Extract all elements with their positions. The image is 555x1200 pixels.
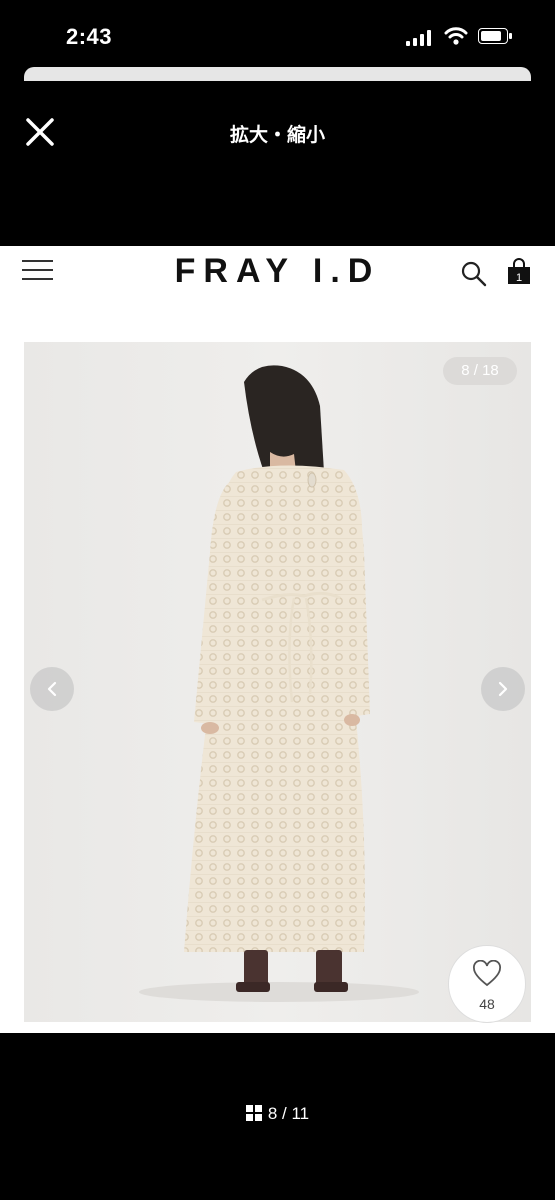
product-image[interactable] — [24, 342, 531, 1022]
cellular-signal-icon — [406, 30, 434, 46]
model-photo — [24, 342, 531, 1022]
viewer-title: 拡大・縮小 — [229, 125, 325, 146]
previous-image-button[interactable] — [30, 667, 74, 711]
status-time: 2:43 — [66, 24, 113, 49]
grid-icon[interactable] — [245, 1105, 262, 1121]
favorite-count: 48 — [479, 996, 495, 1012]
page-indicator-text: 8 / 11 — [267, 1104, 310, 1123]
search-icon — [461, 261, 487, 287]
wifi-icon — [444, 26, 468, 46]
battery-icon — [478, 28, 512, 44]
chevron-right-icon — [498, 681, 508, 697]
image-counter-badge: 8 / 18 — [443, 357, 517, 385]
page-indicator: 8 / 11 — [0, 1104, 555, 1124]
cart-button[interactable]: 1 — [505, 258, 533, 286]
next-image-button[interactable] — [481, 667, 525, 711]
heart-icon — [473, 960, 501, 987]
status-bar: 2:43 — [0, 0, 555, 70]
sheet-grabber[interactable] — [24, 67, 531, 81]
shopping-bag-icon: 1 — [508, 258, 530, 284]
chevron-left-icon — [47, 681, 57, 697]
favorite-button[interactable]: 48 — [448, 945, 526, 1023]
search-button[interactable] — [460, 260, 488, 288]
cart-count: 1 — [516, 272, 522, 284]
